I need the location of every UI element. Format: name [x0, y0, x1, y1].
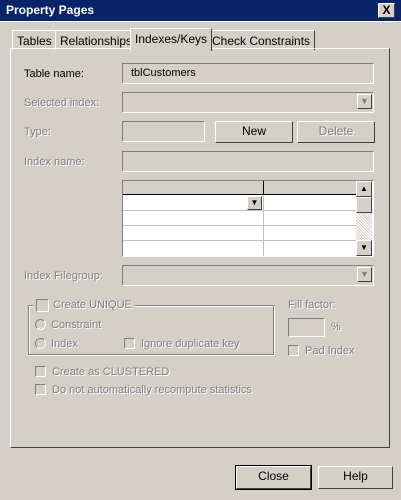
index-filegroup-label: Index Filegroup:	[24, 270, 103, 282]
index-radio[interactable]	[35, 338, 46, 349]
chevron-down-icon: ▼	[250, 198, 259, 207]
create-clustered-label: Create as CLUSTERED	[52, 366, 170, 378]
selected-index-label: Selected index:	[24, 97, 100, 109]
fill-factor-label: Fill factor:	[288, 299, 336, 311]
grid-dropdown-button[interactable]: ▼	[247, 196, 262, 210]
ignore-duplicate-label: Ignore duplicate key	[141, 338, 240, 350]
table-name-field[interactable]: tblCustomers	[122, 63, 374, 84]
chevron-down-icon[interactable]: ▼	[357, 267, 372, 282]
index-option-label: Index	[51, 338, 78, 350]
grid-scrollbar[interactable]: ▲ ▼	[356, 181, 372, 256]
scroll-up-button[interactable]: ▲	[356, 181, 372, 197]
fill-factor-field[interactable]	[288, 318, 325, 337]
scroll-down-button[interactable]: ▼	[356, 240, 372, 256]
chevron-down-icon[interactable]: ▼	[357, 94, 372, 109]
index-name-field[interactable]	[122, 151, 374, 172]
grid-row-line	[123, 225, 356, 226]
ignore-duplicate-checkbox[interactable]	[124, 338, 135, 349]
arrow-down-icon: ▼	[360, 243, 368, 252]
constraint-radio[interactable]	[35, 319, 46, 330]
close-button[interactable]: Close	[235, 465, 312, 490]
index-filegroup-dropdown[interactable]: ▼	[122, 265, 374, 286]
grid-row-line	[123, 210, 356, 211]
create-clustered-checkbox[interactable]	[35, 366, 46, 377]
pad-index-checkbox[interactable]	[288, 345, 299, 356]
arrow-up-icon: ▲	[360, 184, 368, 193]
grid-header	[123, 181, 356, 195]
pad-index-label: Pad Index	[305, 345, 355, 357]
close-button-label: Close	[258, 469, 289, 483]
grid-row-line	[123, 240, 356, 241]
help-button[interactable]: Help	[318, 466, 393, 489]
create-unique-option[interactable]: Create UNIQUE	[33, 298, 135, 312]
type-label: Type:	[24, 126, 51, 138]
delete-button[interactable]: Delete	[297, 121, 375, 143]
index-columns-grid[interactable]: ▼ ▲ ▼	[122, 180, 374, 257]
scroll-thumb[interactable]	[356, 197, 372, 213]
index-name-label: Index name:	[24, 156, 85, 168]
help-button-label: Help	[343, 469, 368, 483]
table-name-value: tblCustomers	[131, 67, 196, 79]
selected-index-dropdown[interactable]: ▼	[122, 92, 374, 113]
constraint-label: Constraint	[51, 319, 102, 331]
new-button[interactable]: New	[215, 121, 293, 143]
type-field[interactable]	[122, 121, 205, 142]
grid-header-divider	[263, 181, 264, 195]
percent-label: %	[331, 321, 341, 333]
delete-button-label: Delete	[318, 124, 354, 138]
create-unique-label: Create UNIQUE	[53, 299, 132, 311]
create-unique-checkbox[interactable]	[36, 298, 49, 312]
no-recompute-label: Do not automatically recompute statistic…	[52, 384, 252, 396]
new-button-label: New	[241, 124, 266, 138]
table-name-label: Table name:	[24, 68, 84, 80]
no-recompute-checkbox[interactable]	[35, 384, 46, 395]
